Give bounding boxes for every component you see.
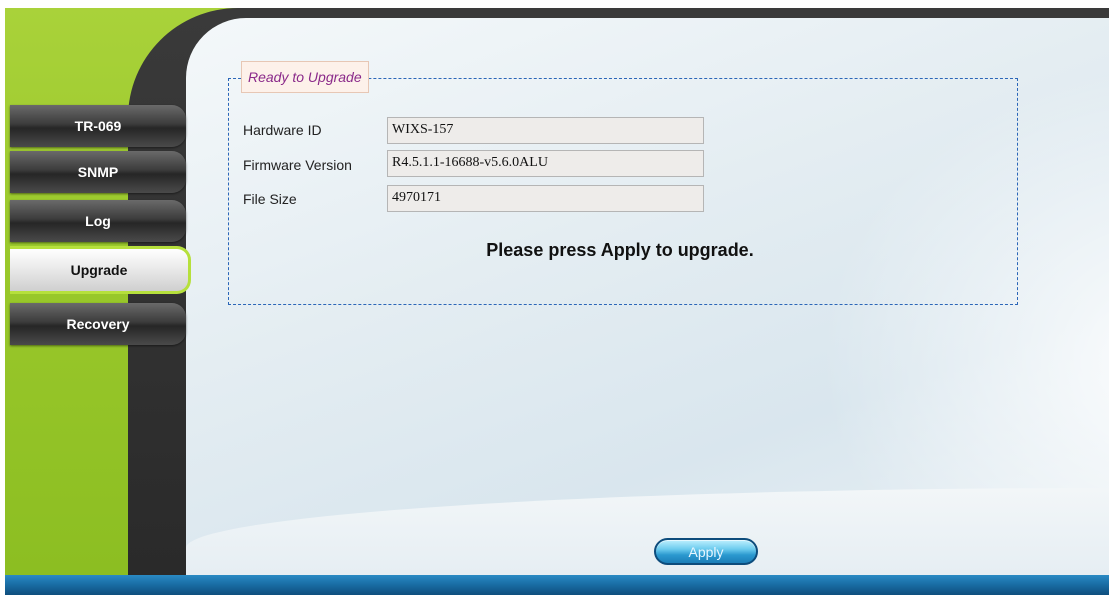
hardware-id-field: WIXS-157 xyxy=(387,117,704,144)
fieldset-legend: Ready to Upgrade xyxy=(241,61,369,93)
firmware-version-field: R4.5.1.1-16688-v5.6.0ALU xyxy=(387,150,704,177)
file-size-label: File Size xyxy=(243,191,297,207)
sidebar-item-tr069[interactable]: TR-069 xyxy=(10,105,186,147)
hardware-id-label: Hardware ID xyxy=(243,122,322,138)
sidebar-item-recovery[interactable]: Recovery xyxy=(10,303,186,345)
sidebar-item-label: SNMP xyxy=(77,164,119,180)
sidebar-item-upgrade[interactable]: Upgrade xyxy=(10,246,191,294)
apply-button[interactable]: Apply xyxy=(654,538,758,565)
sidebar-item-label: Recovery xyxy=(66,316,130,332)
footer-bar xyxy=(5,575,1109,595)
sidebar-item-log[interactable]: Log xyxy=(10,200,186,242)
sidebar-item-label: TR-069 xyxy=(74,118,122,134)
sidebar-item-snmp[interactable]: SNMP xyxy=(10,151,186,193)
firmware-version-label: Firmware Version xyxy=(243,157,352,173)
decorative-swoosh xyxy=(186,488,1109,575)
apply-button-label: Apply xyxy=(688,543,724,560)
sidebar-item-label: Log xyxy=(85,213,111,229)
sidebar-item-label: Upgrade xyxy=(70,262,128,278)
upgrade-notice: Please press Apply to upgrade. xyxy=(486,240,754,260)
file-size-field: 4970171 xyxy=(387,185,704,212)
